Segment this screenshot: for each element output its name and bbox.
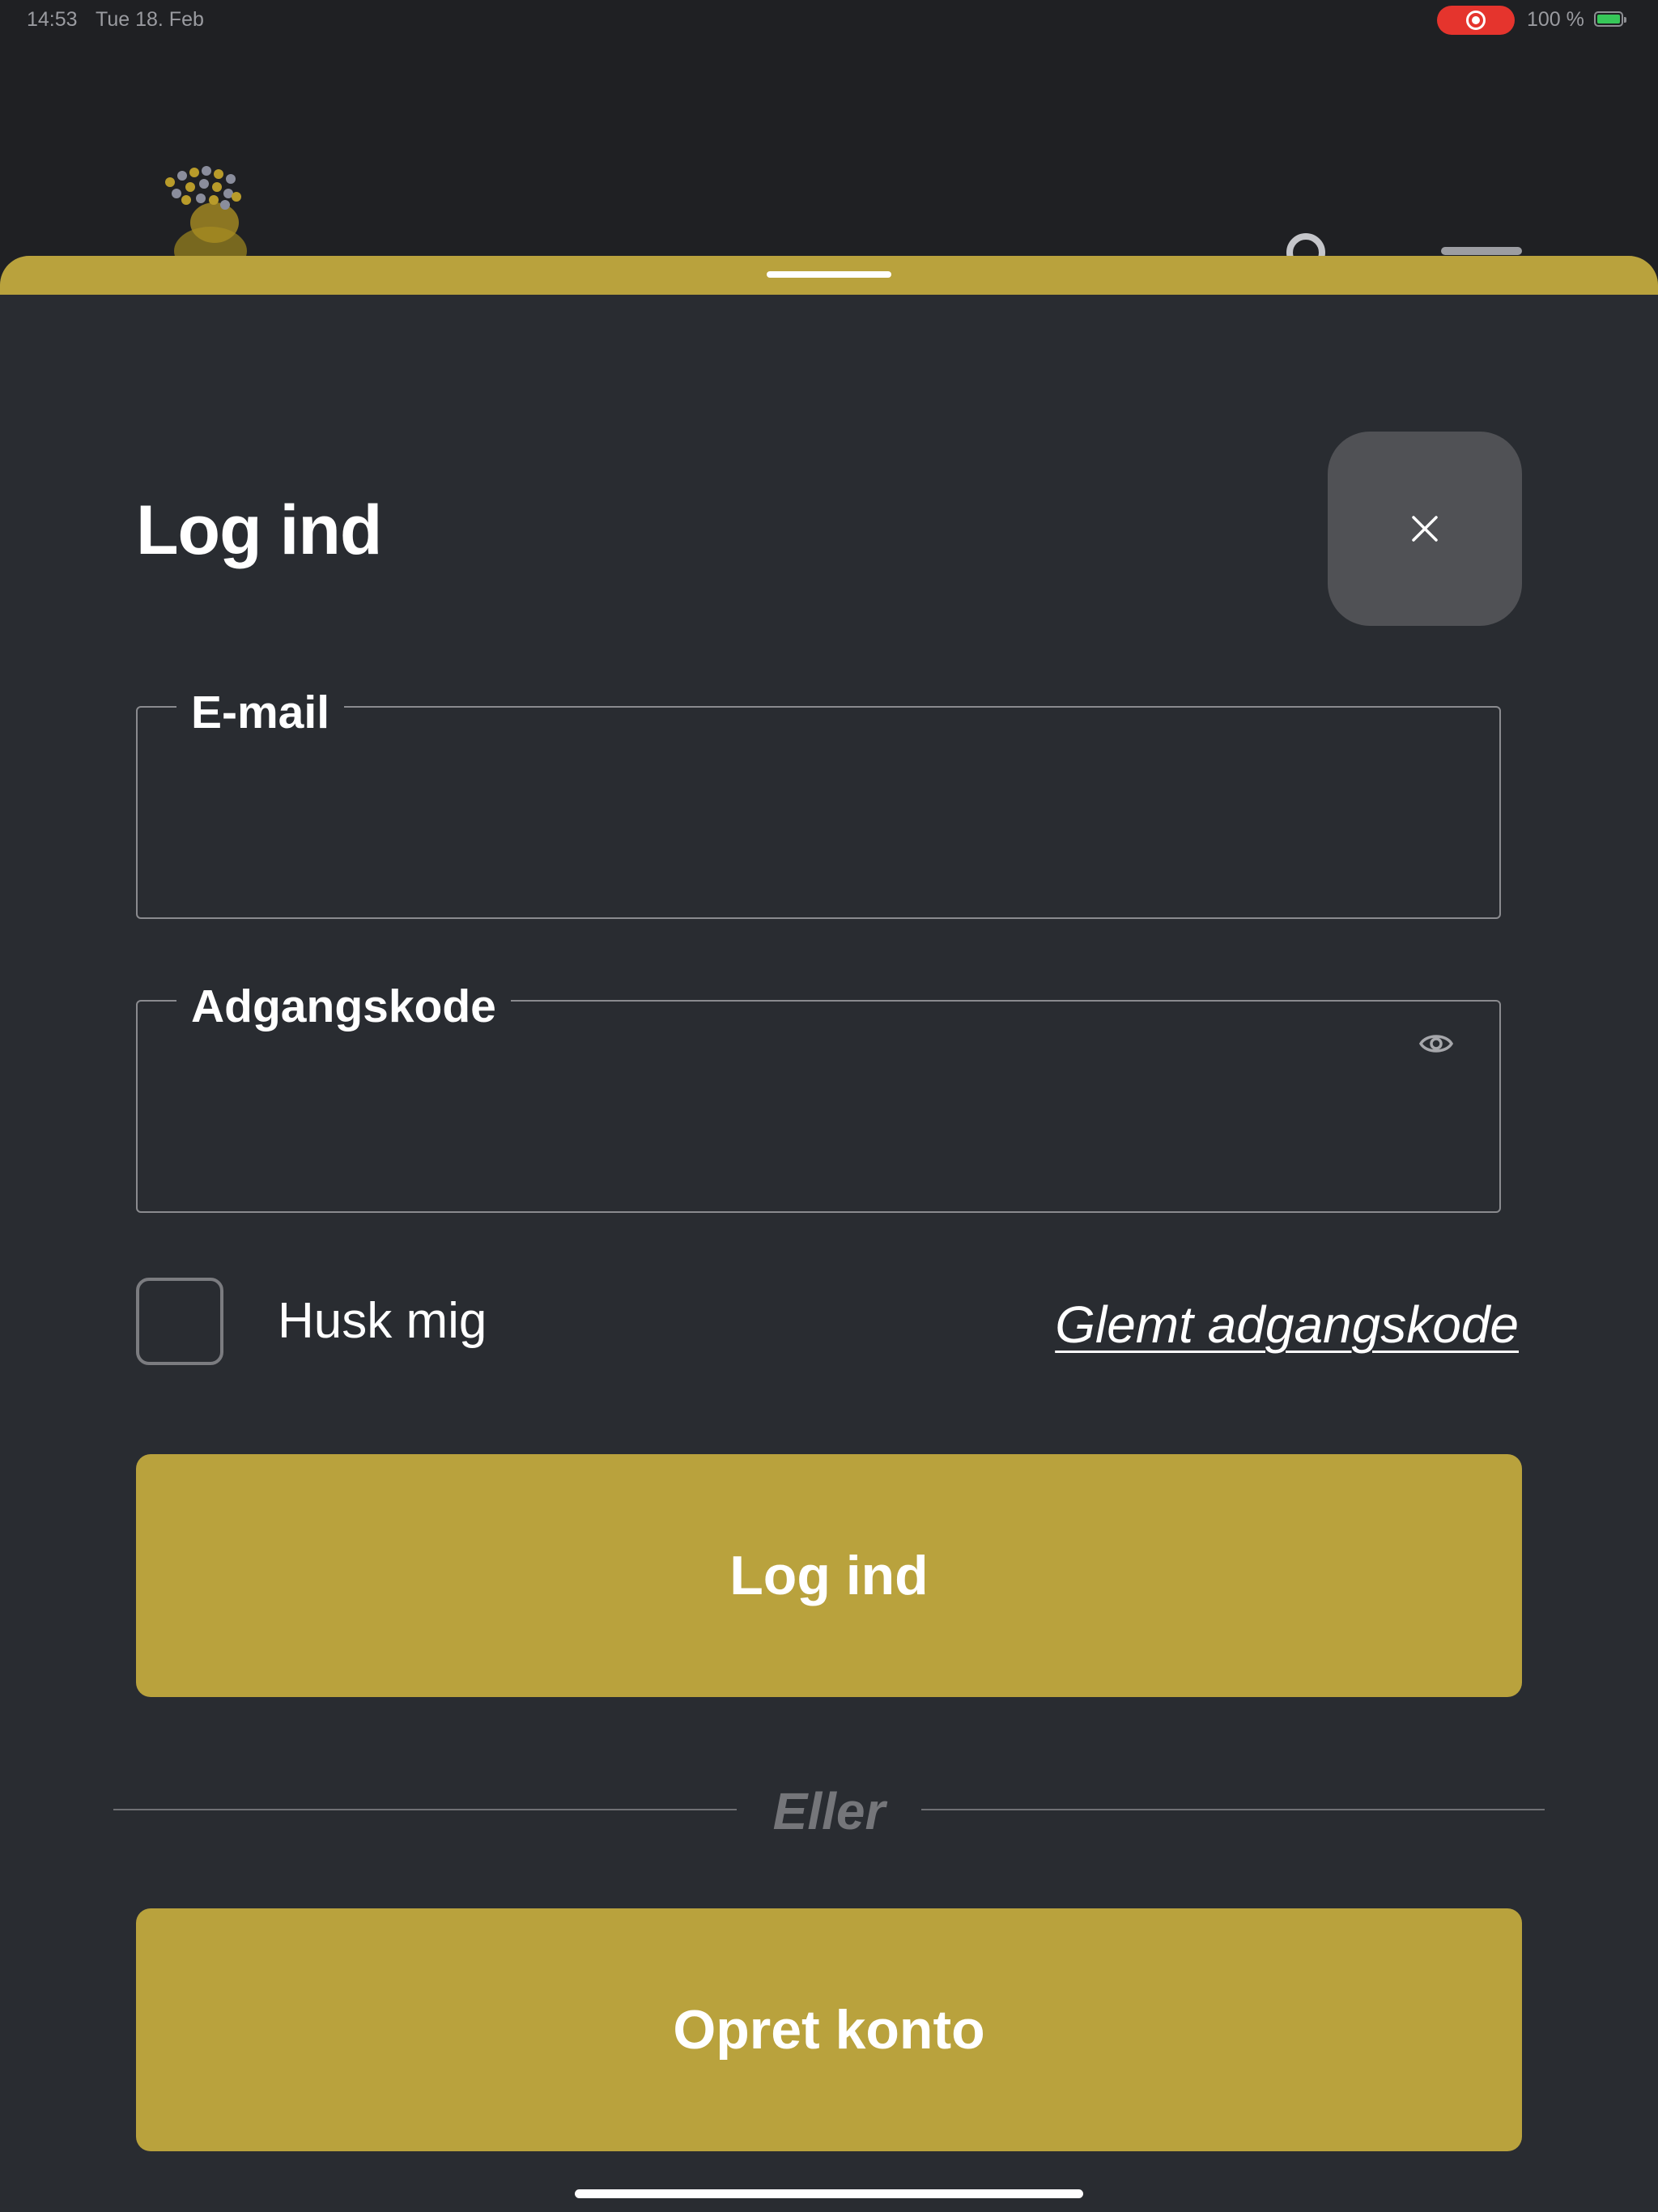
eye-icon[interactable] <box>1418 1026 1454 1061</box>
sheet-grabber[interactable] <box>767 271 891 278</box>
screen-recording-indicator[interactable] <box>1437 6 1515 35</box>
battery-percent: 100 % <box>1527 8 1584 31</box>
login-button[interactable]: Log ind <box>136 1454 1522 1697</box>
close-button[interactable] <box>1328 432 1522 626</box>
background-app: 14:53 Tue 18. Feb 100 % <box>0 0 1658 275</box>
login-sheet: Log ind E-mail Adgangskode Husk mig Glem… <box>0 256 1658 2212</box>
battery-icon <box>1594 11 1626 27</box>
email-input[interactable] <box>162 781 1475 870</box>
close-icon <box>1412 516 1438 542</box>
forgot-password-link[interactable]: Glemt adgangskode <box>1055 1295 1519 1355</box>
sheet-header <box>0 256 1658 295</box>
status-bar: 14:53 Tue 18. Feb 100 % <box>0 0 1658 39</box>
home-indicator[interactable] <box>575 2189 1083 2198</box>
divider-line <box>113 1809 737 1810</box>
menu-icon[interactable] <box>1441 247 1522 255</box>
password-field[interactable]: Adgangskode <box>136 984 1501 1213</box>
password-label: Adgangskode <box>176 984 511 1030</box>
divider-label: Eller <box>772 1782 886 1840</box>
page-title: Log ind <box>136 491 382 569</box>
status-time: 14:53 <box>27 8 78 31</box>
status-date: Tue 18. Feb <box>96 8 204 31</box>
password-input[interactable] <box>162 1074 1475 1163</box>
remember-me-label: Husk mig <box>278 1293 487 1349</box>
divider-line <box>921 1809 1545 1810</box>
email-field[interactable]: E-mail <box>136 690 1501 919</box>
email-label: E-mail <box>176 690 345 736</box>
remember-me-checkbox[interactable] <box>136 1278 223 1365</box>
create-account-button[interactable]: Opret konto <box>136 1908 1522 2151</box>
